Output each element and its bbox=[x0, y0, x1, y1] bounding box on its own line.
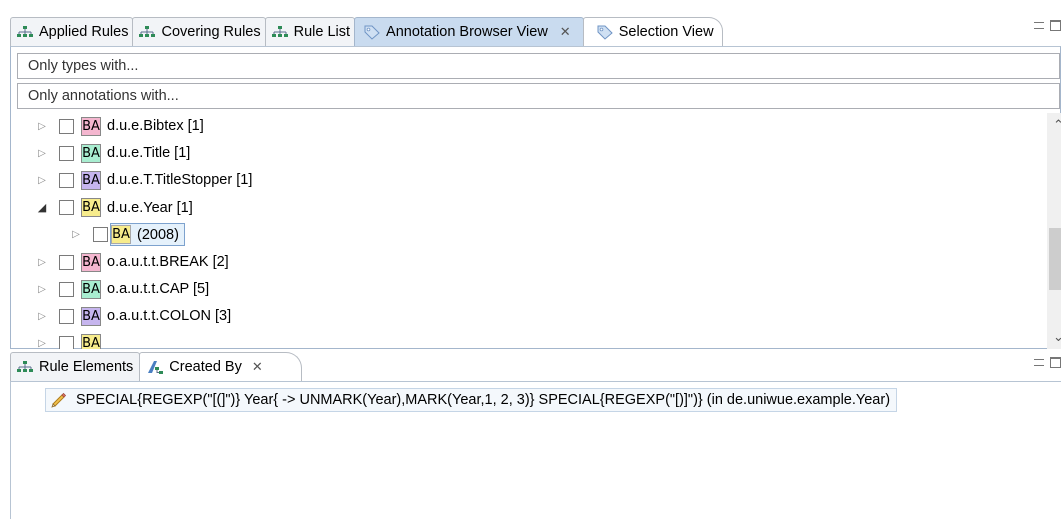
annotation-type-icon: BA bbox=[81, 116, 101, 136]
tab-rule-list[interactable]: Rule List bbox=[264, 17, 356, 46]
created-by-icon bbox=[148, 361, 164, 374]
expand-arrow-icon[interactable]: ▷ bbox=[35, 284, 49, 295]
rule-tree-icon bbox=[139, 26, 156, 37]
expand-arrow-icon[interactable]: ▷ bbox=[35, 257, 49, 268]
tab-label: Applied Rules bbox=[39, 24, 129, 40]
annotation-label: (2008) bbox=[137, 226, 179, 243]
pencil-icon bbox=[51, 392, 67, 408]
annotation-type-icon: BA bbox=[81, 252, 101, 272]
annotation-label: d.u.e.Year [1] bbox=[107, 199, 193, 216]
row-checkbox[interactable] bbox=[59, 336, 74, 349]
tab-label: Rule List bbox=[293, 24, 351, 40]
expand-arrow-icon[interactable]: ▷ bbox=[35, 175, 49, 186]
tab-created-by[interactable]: Created By ✕ bbox=[139, 352, 302, 381]
annotation-browser-part: Applied Rules Covering Rules Rule List Anno… bbox=[0, 0, 1061, 349]
rule-tree-icon bbox=[17, 361, 33, 372]
minimize-icon[interactable] bbox=[1034, 22, 1044, 29]
annotation-tree-row[interactable]: ◢ BA d.u.e.Year [1] bbox=[35, 195, 193, 221]
maximize-icon[interactable] bbox=[1050, 20, 1061, 31]
annotation-type-icon: BA bbox=[81, 279, 101, 299]
collapse-arrow-icon[interactable]: ◢ bbox=[35, 201, 49, 214]
tree-vertical-scrollbar[interactable]: ⌃ ⌄ bbox=[1047, 113, 1061, 349]
expand-arrow-icon[interactable]: ▷ bbox=[35, 148, 49, 159]
annotation-tree-row[interactable]: ▷ BA d.u.e.Bibtex [1] bbox=[35, 113, 204, 139]
tab-annotation-browser-view[interactable]: Annotation Browser View ✕ bbox=[354, 17, 584, 46]
expand-arrow-icon[interactable]: ▷ bbox=[35, 338, 49, 349]
tab-label: Selection View bbox=[618, 24, 714, 40]
top-tab-row: Applied Rules Covering Rules Rule List Anno… bbox=[10, 17, 723, 46]
tab-covering-rules[interactable]: Covering Rules bbox=[132, 17, 266, 46]
annotation-tree: ▷ BA d.u.e.Bibtex [1] ▷ BA d.u.e.Title [1] ▷ BA… bbox=[17, 113, 1037, 349]
annotation-tree-row[interactable]: ▷ BA o.a.u.t.t.COLON [3] bbox=[35, 303, 231, 329]
tab-rule-elements[interactable]: Rule Elements bbox=[10, 352, 141, 381]
scroll-thumb[interactable] bbox=[1049, 228, 1061, 290]
expand-arrow-icon[interactable]: ▷ bbox=[69, 229, 83, 240]
created-by-panel: SPECIAL{REGEXP("[(]")} Year{ -> UNMARK(Y… bbox=[10, 381, 1061, 519]
bottom-tab-row: Rule Elements Created By ✕ bbox=[10, 352, 302, 381]
annotation-type-icon: BA bbox=[81, 143, 101, 163]
close-tab-icon[interactable]: ✕ bbox=[560, 24, 571, 40]
annotation-tree-child-row[interactable]: ▷ BA (2008) bbox=[69, 222, 185, 248]
annotation-label: o.a.u.t.t.CAP [5] bbox=[107, 281, 210, 298]
created-by-rule-row[interactable]: SPECIAL{REGEXP("[(]")} Year{ -> UNMARK(Y… bbox=[45, 388, 898, 412]
maximize-icon[interactable] bbox=[1050, 357, 1061, 368]
row-checkbox[interactable] bbox=[59, 118, 74, 134]
annotation-label: d.u.e.T.TitleStopper [1] bbox=[107, 172, 253, 189]
annotation-type-icon: BA bbox=[81, 334, 101, 349]
bottom-window-controls bbox=[1034, 357, 1061, 368]
top-window-controls bbox=[1034, 20, 1061, 31]
row-checkbox[interactable] bbox=[59, 145, 74, 161]
annotation-label: d.u.e.Title [1] bbox=[107, 145, 191, 162]
annotation-label: o.a.u.t.t.BREAK [2] bbox=[107, 254, 229, 270]
tag-icon bbox=[364, 25, 380, 40]
annotation-label: d.u.e.Bibtex [1] bbox=[107, 118, 204, 134]
annotation-type-icon: BA bbox=[81, 198, 101, 218]
rule-tree-icon bbox=[271, 26, 288, 37]
annotation-type-icon: BA bbox=[81, 170, 101, 190]
annotation-tree-row[interactable]: ▷ BA o.a.u.t.t.CAP [5] bbox=[35, 276, 209, 302]
tab-label: Rule Elements bbox=[39, 359, 134, 375]
row-checkbox[interactable] bbox=[59, 281, 74, 297]
created-by-part: Rule Elements Created By ✕ SPECIAL{REGEXP(… bbox=[0, 349, 1061, 519]
selected-annotation[interactable]: BA (2008) bbox=[110, 223, 185, 247]
top-tab-bar: Applied Rules Covering Rules Rule List Anno… bbox=[0, 0, 1061, 46]
created-by-rule-text: SPECIAL{REGEXP("[(]")} Year{ -> UNMARK(Y… bbox=[76, 392, 891, 408]
row-checkbox[interactable] bbox=[93, 227, 108, 243]
annotation-label: o.a.u.t.t.COLON [3] bbox=[107, 308, 232, 325]
tab-label: Annotation Browser View bbox=[386, 24, 548, 40]
annotation-type-icon: BA bbox=[81, 306, 101, 326]
tab-applied-rules[interactable]: Applied Rules bbox=[10, 17, 134, 46]
close-tab-icon[interactable]: ✕ bbox=[252, 359, 263, 375]
tab-label: Created By bbox=[169, 359, 242, 375]
type-filter-input[interactable]: Only types with... bbox=[17, 53, 1060, 79]
annotation-type-icon: BA bbox=[111, 225, 131, 245]
scroll-up-icon[interactable]: ⌃ bbox=[1047, 117, 1061, 133]
annotation-tree-row[interactable]: ▷ BA bbox=[35, 331, 107, 349]
tag-icon bbox=[597, 25, 613, 40]
rule-tree-icon bbox=[17, 26, 33, 37]
tab-selection-view[interactable]: Selection View bbox=[582, 17, 723, 46]
annotation-tree-row[interactable]: ▷ BA o.a.u.t.t.BREAK [2] bbox=[35, 249, 229, 275]
minimize-icon[interactable] bbox=[1034, 359, 1044, 366]
row-checkbox[interactable] bbox=[59, 200, 74, 216]
row-checkbox[interactable] bbox=[59, 308, 74, 324]
annotation-tree-row[interactable]: ▷ BA d.u.e.Title [1] bbox=[35, 140, 190, 166]
expand-arrow-icon[interactable]: ▷ bbox=[35, 311, 49, 322]
scroll-down-icon[interactable]: ⌄ bbox=[1047, 329, 1061, 345]
row-checkbox[interactable] bbox=[59, 172, 74, 188]
tab-label: Covering Rules bbox=[161, 24, 261, 40]
annotation-tree-row[interactable]: ▷ BA d.u.e.T.TitleStopper [1] bbox=[35, 167, 252, 193]
expand-arrow-icon[interactable]: ▷ bbox=[35, 121, 49, 132]
annotation-filter-input[interactable]: Only annotations with... bbox=[17, 83, 1060, 109]
row-checkbox[interactable] bbox=[59, 254, 74, 270]
annotation-browser-panel: Only types with... Only annotations with… bbox=[10, 46, 1061, 349]
